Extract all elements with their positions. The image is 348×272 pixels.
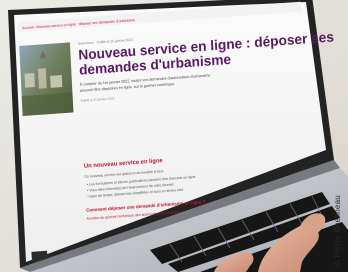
photo-scene: Accueil › Nouveau service en ligne : dép… xyxy=(0,0,348,272)
photo-credit: © Pierre Bhelineau xyxy=(333,195,342,266)
